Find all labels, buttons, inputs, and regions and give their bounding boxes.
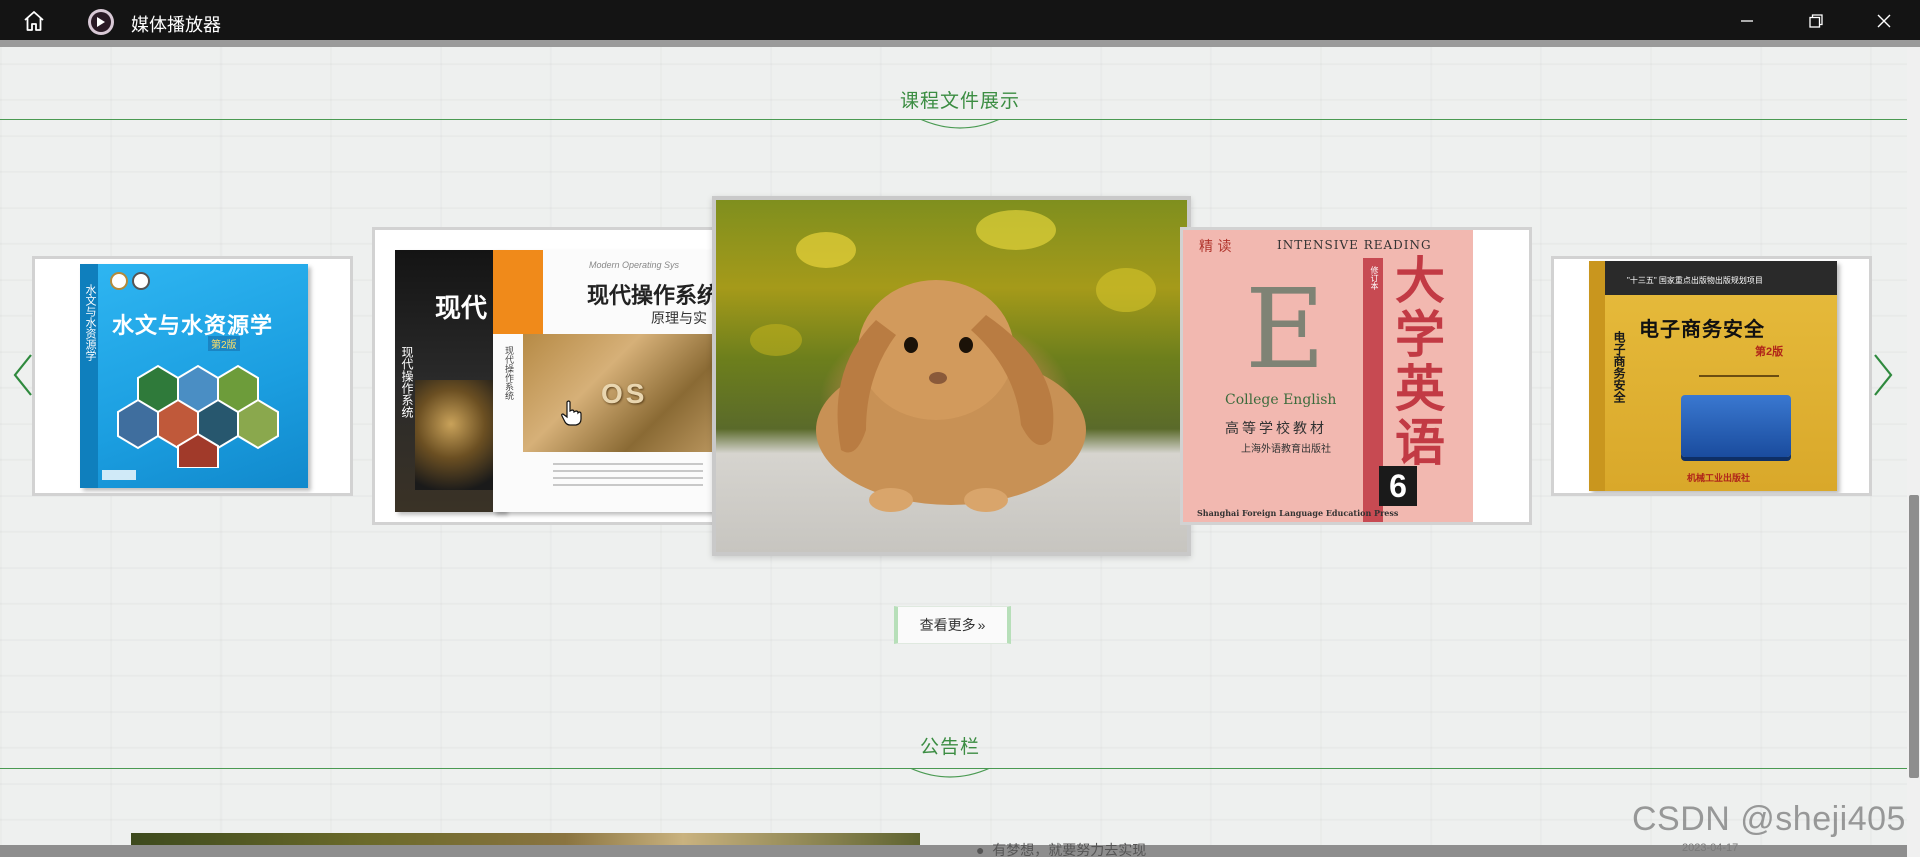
book-spine-title: 水文与水资源学 bbox=[84, 284, 97, 361]
book-level: 6 bbox=[1379, 466, 1417, 506]
double-chevron-right-icon: » bbox=[977, 617, 986, 633]
book-title: 水文与水资源学 bbox=[112, 313, 274, 339]
book-flower-art bbox=[415, 380, 505, 490]
minimize-icon bbox=[1741, 20, 1753, 22]
rabbit-photo bbox=[716, 200, 1187, 552]
book-header-band bbox=[493, 250, 543, 334]
bottom-scroll-shadow bbox=[0, 845, 1907, 857]
book-spine bbox=[1589, 261, 1605, 491]
book-edition: 第2版 bbox=[1755, 346, 1784, 358]
restore-icon bbox=[1809, 14, 1823, 28]
minimize-button[interactable] bbox=[1731, 8, 1763, 34]
book-revision: 修订本 bbox=[1370, 266, 1379, 290]
vertical-scrollbar-thumb[interactable] bbox=[1909, 495, 1919, 778]
course-card[interactable]: "十三五" 国家重点出版物出版规划项目 电子商务安全 电子商务安全 第2版 机械… bbox=[1551, 256, 1872, 496]
restore-button[interactable] bbox=[1800, 8, 1832, 34]
close-button[interactable] bbox=[1868, 8, 1900, 34]
book-subtitle: 原理与实 bbox=[651, 310, 707, 326]
book-spine-title: 现代操作系统 bbox=[504, 346, 514, 400]
notice-list-item[interactable]: ● 有梦想，就要努力去实现 bbox=[976, 840, 1146, 857]
close-icon bbox=[1877, 14, 1891, 28]
book-cover: 精 读 INTENSIVE READING E 大学英语 修订本 College… bbox=[1183, 230, 1473, 522]
book-english-title: Modern Operating Sys bbox=[589, 260, 680, 270]
view-more-label: 查看更多 bbox=[919, 617, 976, 633]
home-icon bbox=[24, 11, 44, 31]
os-badge: OS bbox=[601, 378, 648, 409]
book-letter: E bbox=[1245, 265, 1326, 393]
section-notch bbox=[910, 768, 990, 778]
title-bar-shadow bbox=[0, 40, 1920, 47]
book-header: "十三五" 国家重点出版物出版规划项目 bbox=[1627, 276, 1763, 285]
book-publisher-en: Shanghai Foreign Language Education Pres… bbox=[1197, 508, 1399, 518]
notice-item-date: 2023-04-17 bbox=[1682, 842, 1739, 854]
hexagon-collage bbox=[117, 364, 279, 468]
course-card[interactable]: 精 读 INTENSIVE READING E 大学英语 修订本 College… bbox=[1180, 227, 1532, 525]
book-title: 大学英语 bbox=[1395, 251, 1445, 472]
book-spine-title: 现代操作系统 bbox=[400, 346, 414, 418]
hand-cursor-icon bbox=[561, 400, 582, 426]
course-card-active[interactable] bbox=[712, 196, 1191, 556]
bullet-icon: ● bbox=[976, 842, 993, 857]
book-publisher-cn: 上海外语教育出版社 bbox=[1241, 444, 1331, 455]
book-cover: "十三五" 国家重点出版物出版规划项目 电子商务安全 电子商务安全 第2版 机械… bbox=[1589, 261, 1837, 491]
home-button[interactable] bbox=[20, 8, 48, 34]
book-title: 电子商务安全 bbox=[1639, 319, 1765, 341]
media-player-icon bbox=[88, 9, 114, 35]
title-bar: 媒体播放器 bbox=[0, 0, 1920, 40]
carousel-next-button[interactable] bbox=[1868, 350, 1898, 400]
publisher-logo bbox=[102, 470, 136, 480]
course-card[interactable]: 现代操作系统 现代 Modern Operating Sys 现代操作系统 原理… bbox=[372, 227, 721, 525]
book-authors-line bbox=[1699, 375, 1779, 377]
rabbit-illustration bbox=[750, 210, 1156, 512]
book-bullets bbox=[553, 458, 703, 491]
course-card[interactable]: 水文与水资源学 水文与水资源学 第2版 bbox=[32, 256, 353, 496]
book-logo-row bbox=[110, 272, 150, 290]
book-cover: Modern Operating Sys 现代操作系统 原理与实 现代操作系统 … bbox=[493, 250, 720, 512]
book-cover-back: 现代操作系统 现代 bbox=[395, 250, 505, 512]
notice-item-title: 有梦想，就要努力去实现 bbox=[992, 842, 1147, 857]
book-college-english: College English bbox=[1225, 392, 1337, 408]
book-title-partial: 现代 bbox=[435, 293, 488, 323]
section-notch bbox=[920, 119, 1000, 129]
view-more-button[interactable]: 查看更多 » bbox=[894, 606, 1011, 644]
chevron-right-icon bbox=[1874, 354, 1893, 396]
courses-section-title: 课程文件展示 bbox=[899, 91, 1020, 112]
window-title: 媒体播放器 bbox=[131, 15, 221, 35]
notice-section-title: 公告栏 bbox=[919, 737, 980, 758]
book-publisher: 机械工业出版社 bbox=[1687, 473, 1751, 483]
book-cover: 水文与水资源学 水文与水资源学 第2版 bbox=[80, 264, 308, 488]
book-series-tag: 精 读 bbox=[1199, 239, 1232, 255]
book-laptop-art bbox=[1681, 395, 1791, 457]
book-subtitle: 高等学校教材 bbox=[1225, 420, 1327, 436]
book-spine-title: 电子商务安全 bbox=[1612, 331, 1626, 403]
watermark-text: CSDN @sheji405 bbox=[1632, 800, 1906, 838]
book-english-header: INTENSIVE READING bbox=[1277, 238, 1432, 252]
book-title: 现代操作系统 bbox=[587, 283, 720, 308]
